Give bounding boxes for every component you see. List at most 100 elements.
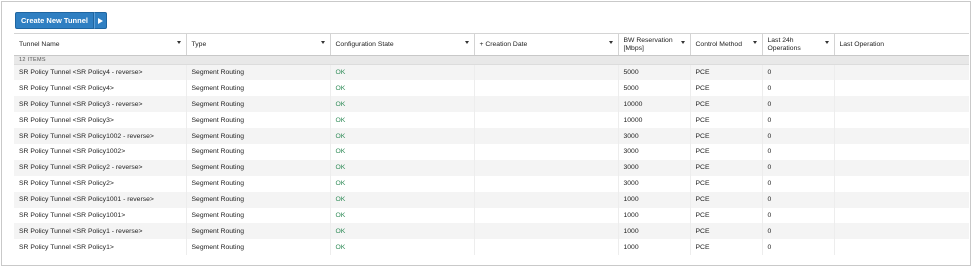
column-header-tunnel-name[interactable]: Tunnel Name (14, 33, 187, 56)
last-24h-operations-cell: 0 (762, 239, 835, 256)
control-method-cell: PCE (690, 159, 763, 176)
last-operation-cell (834, 176, 969, 192)
tunnel-name-cell: SR Policy Tunnel <SR Policy4> (14, 80, 187, 97)
last-24h-operations-cell: 0 (762, 143, 835, 160)
table-row[interactable]: SR Policy Tunnel <SR Policy4 - reverse> S… (14, 64, 969, 81)
type-cell: Segment Routing (186, 159, 331, 176)
configuration-state-cell: OK (330, 191, 475, 208)
configuration-state-cell: OK (330, 143, 475, 160)
bw-reservation-cell: 1000 (618, 239, 691, 256)
bw-reservation-cell: 3000 (618, 128, 691, 144)
tunnel-name-cell: SR Policy Tunnel <SR Policy1002 - revers… (14, 128, 187, 144)
bw-reservation-cell: 5000 (618, 80, 691, 97)
last-operation-cell (834, 159, 969, 176)
bw-reservation-cell: 10000 (618, 96, 691, 113)
control-method-cell: PCE (690, 223, 763, 240)
column-header-type[interactable]: Type (186, 33, 331, 56)
last-24h-operations-cell: 0 (762, 175, 835, 192)
table-row[interactable]: SR Policy Tunnel <SR Policy2 - reverse> S… (14, 159, 969, 176)
table-row[interactable]: SR Policy Tunnel <SR Policy1002> Segment … (14, 143, 969, 160)
creation-date-cell (474, 64, 619, 81)
bw-reservation-cell: 10000 (618, 112, 691, 129)
sort-caret-icon[interactable] (320, 41, 325, 44)
type-cell: Segment Routing (186, 239, 331, 256)
table-row[interactable]: SR Policy Tunnel <SR Policy4> Segment Rou… (14, 80, 969, 97)
creation-date-cell (474, 239, 619, 256)
last-24h-operations-cell: 0 (762, 80, 835, 97)
last-24h-operations-cell: 0 (762, 207, 835, 224)
sort-caret-icon[interactable] (824, 41, 829, 44)
type-cell: Segment Routing (186, 80, 331, 97)
column-header-configuration-state[interactable]: Configuration State (330, 33, 475, 56)
bw-reservation-cell: 1000 (618, 223, 691, 240)
creation-date-cell (474, 80, 619, 97)
item-count-label: 12 ITEMS (14, 55, 969, 65)
type-cell: Segment Routing (186, 207, 331, 224)
create-new-tunnel-button[interactable]: Create New Tunnel (15, 12, 94, 29)
last-24h-operations-cell: 0 (762, 159, 835, 176)
sort-caret-icon[interactable] (680, 41, 685, 44)
tunnel-name-cell: SR Policy Tunnel <SR Policy2 - reverse> (14, 159, 187, 176)
last-operation-cell (834, 239, 969, 255)
creation-date-cell (474, 112, 619, 129)
control-method-cell: PCE (690, 80, 763, 97)
last-24h-operations-cell: 0 (762, 223, 835, 240)
tunnel-name-cell: SR Policy Tunnel <SR Policy1001 - revers… (14, 191, 187, 208)
creation-date-cell (474, 143, 619, 160)
tunnel-name-cell: SR Policy Tunnel <SR Policy3> (14, 112, 187, 129)
column-header-creation-date[interactable]: + Creation Date (474, 33, 619, 56)
configuration-state-cell: OK (330, 80, 475, 97)
tunnel-name-cell: SR Policy Tunnel <SR Policy1001> (14, 207, 187, 224)
table-row[interactable]: SR Policy Tunnel <SR Policy1002 - revers… (14, 128, 969, 144)
tunnel-name-cell: SR Policy Tunnel <SR Policy1> (14, 239, 187, 256)
last-24h-operations-cell: 0 (762, 191, 835, 208)
tunnel-name-cell: SR Policy Tunnel <SR Policy3 - reverse> (14, 96, 187, 113)
configuration-state-cell: OK (330, 223, 475, 240)
column-header-last-operation[interactable]: Last Operation (834, 33, 969, 56)
table-row[interactable]: SR Policy Tunnel <SR Policy1 - reverse> S… (14, 223, 969, 240)
tunnel-name-cell: SR Policy Tunnel <SR Policy1002> (14, 143, 187, 160)
control-method-cell: PCE (690, 64, 763, 81)
column-header-last-24h-operations[interactable]: Last 24h Operations (762, 33, 835, 56)
column-header-control-method[interactable]: Control Method (690, 33, 763, 56)
last-operation-cell (834, 96, 969, 113)
table-row[interactable]: SR Policy Tunnel <SR Policy2> Segment Rou… (14, 175, 969, 192)
configuration-state-cell: OK (330, 239, 475, 256)
last-24h-operations-cell: 0 (762, 112, 835, 129)
column-header-bw-reservation[interactable]: BW Reservation [Mbps] (618, 33, 691, 56)
type-cell: Segment Routing (186, 64, 331, 81)
bw-reservation-cell: 1000 (618, 191, 691, 208)
last-24h-operations-cell: 0 (762, 128, 835, 144)
table-row[interactable]: SR Policy Tunnel <SR Policy3> Segment Rou… (14, 112, 969, 129)
last-operation-cell (834, 80, 969, 96)
table-row[interactable]: SR Policy Tunnel <SR Policy1001 - revers… (14, 191, 969, 208)
last-operation-cell (834, 191, 969, 208)
type-cell: Segment Routing (186, 191, 331, 208)
create-tunnel-menu-button[interactable] (93, 12, 107, 29)
sort-caret-icon[interactable] (176, 41, 181, 44)
sort-caret-icon[interactable] (464, 41, 469, 44)
sort-caret-icon[interactable] (608, 41, 613, 44)
type-cell: Segment Routing (186, 128, 331, 144)
control-method-cell: PCE (690, 96, 763, 113)
table-row[interactable]: SR Policy Tunnel <SR Policy3 - reverse> S… (14, 96, 969, 113)
last-operation-cell (834, 144, 969, 160)
configuration-state-cell: OK (330, 207, 475, 224)
tunnel-name-cell: SR Policy Tunnel <SR Policy4 - reverse> (14, 64, 187, 81)
type-cell: Segment Routing (186, 96, 331, 113)
bw-reservation-cell: 3000 (618, 175, 691, 192)
group-row: 12 ITEMS (14, 55, 969, 65)
control-method-cell: PCE (690, 175, 763, 192)
table-row[interactable]: SR Policy Tunnel <SR Policy1> Segment Rou… (14, 239, 969, 256)
toolbar: Create New Tunnel (15, 12, 107, 29)
tunnel-name-cell: SR Policy Tunnel <SR Policy1 - reverse> (14, 223, 187, 240)
control-method-cell: PCE (690, 239, 763, 256)
sort-caret-icon[interactable] (752, 41, 757, 44)
configuration-state-cell: OK (330, 112, 475, 129)
creation-date-cell (474, 223, 619, 240)
table-row[interactable]: SR Policy Tunnel <SR Policy1001> Segment … (14, 207, 969, 224)
creation-date-cell (474, 207, 619, 224)
type-cell: Segment Routing (186, 112, 331, 129)
play-arrow-icon (97, 17, 103, 24)
last-operation-cell (834, 208, 969, 224)
